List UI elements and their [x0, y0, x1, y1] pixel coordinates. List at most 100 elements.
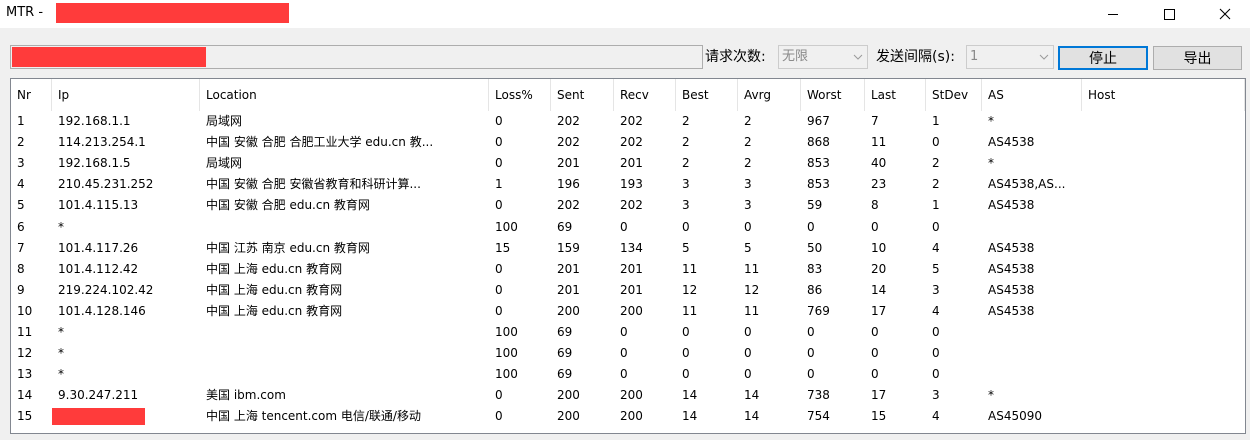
cell-recv: 0: [620, 346, 628, 361]
column-header-host[interactable]: Host: [1082, 79, 1245, 111]
export-button[interactable]: 导出: [1153, 46, 1242, 70]
cell-avrg: 11: [744, 303, 760, 318]
send-interval-select[interactable]: 1: [966, 45, 1054, 69]
cell-recv: 0: [620, 219, 628, 234]
table-row[interactable]: 1 192.168.1.1 局域网 0 202 202 2 2 967 7 1 *: [11, 111, 1245, 132]
cell-loss: 15: [495, 240, 511, 255]
table-row[interactable]: 9 219.224.102.42 中国 上海 edu.cn 教育网 0 201 201 12…: [11, 280, 1245, 301]
cell-host: [1082, 132, 1245, 153]
cell-sent: 69: [557, 219, 573, 234]
cell-as: AS4538: [988, 261, 1035, 276]
cell-avrg: 14: [744, 388, 760, 403]
cell-ip: 210.45.231.252: [58, 177, 154, 192]
cell-recv: 193: [620, 177, 643, 192]
table-row[interactable]: 11 * 100 69 0 0 0 0 0 0: [11, 322, 1245, 343]
cell-recv: 201: [620, 156, 643, 171]
cell-last: 17: [871, 388, 887, 403]
cell-location: [200, 364, 489, 385]
cell-worst: 853: [807, 177, 830, 192]
table-row[interactable]: 10 101.4.128.146 中国 上海 edu.cn 教育网 0 200 200 11…: [11, 301, 1245, 322]
column-header-avrg[interactable]: Avrg: [738, 79, 801, 111]
table-row[interactable]: 4 210.45.231.252 中国 安徽 合肥 安徽省教育和科研计算... 1 19…: [11, 174, 1245, 195]
cell-as: *: [988, 156, 994, 171]
cell-worst: 738: [807, 388, 830, 403]
cell-recv: 200: [620, 388, 643, 403]
cell-loss: 100: [495, 367, 518, 382]
cell-location: 中国 安徽 合肥 合肥工业大学 edu.cn 教...: [206, 135, 434, 150]
target-host-input[interactable]: [10, 45, 703, 69]
request-count-select[interactable]: 无限: [778, 45, 868, 69]
cell-host: [1082, 406, 1245, 427]
cell-last: 0: [871, 219, 879, 234]
cell-location: [200, 343, 489, 364]
cell-stdev: 0: [932, 219, 940, 234]
close-button[interactable]: [1202, 0, 1248, 28]
cell-nr: 3: [17, 156, 25, 171]
cell-worst: 754: [807, 409, 830, 424]
cell-worst: 83: [807, 261, 823, 276]
cell-stdev: 3: [932, 282, 940, 297]
cell-nr: 8: [17, 261, 25, 276]
cell-sent: 202: [557, 198, 580, 213]
column-header-ip[interactable]: Ip: [52, 79, 200, 111]
cell-stdev: 1: [932, 198, 940, 213]
cell-host: [1082, 238, 1245, 259]
cell-host: [1082, 259, 1245, 280]
cell-loss: 100: [495, 346, 518, 361]
cell-ip: *: [58, 367, 64, 382]
cell-best: 5: [682, 240, 690, 255]
cell-location: 美国 ibm.com: [206, 388, 286, 403]
column-header-best[interactable]: Best: [676, 79, 738, 111]
maximize-button[interactable]: [1146, 0, 1192, 28]
cell-recv: 202: [620, 198, 643, 213]
table-row[interactable]: 5 101.4.115.13 中国 安徽 合肥 edu.cn 教育网 0 202 202 3…: [11, 195, 1245, 216]
cell-ip: 219.224.102.42: [58, 282, 154, 297]
column-header-sent[interactable]: Sent: [551, 79, 614, 111]
cell-location: 局域网: [206, 114, 243, 128]
column-header-recv[interactable]: Recv: [614, 79, 676, 111]
cell-avrg: 0: [744, 325, 752, 339]
cell-sent: 69: [557, 325, 573, 339]
chevron-down-icon: [1039, 54, 1049, 60]
cell-recv: 201: [620, 261, 643, 276]
cell-ip: 101.4.117.26: [58, 240, 139, 255]
table-row[interactable]: 2 114.213.254.1 中国 安徽 合肥 合肥工业大学 edu.cn 教..…: [11, 132, 1245, 153]
cell-best: 0: [682, 367, 690, 382]
cell-sent: 200: [557, 388, 580, 403]
table-row[interactable]: 12 * 100 69 0 0 0 0 0 0: [11, 343, 1245, 364]
column-header-location[interactable]: Location: [200, 79, 489, 111]
table-row[interactable]: 14 9.30.247.211 美国 ibm.com 0 200 200 14 14 738 17…: [11, 385, 1245, 406]
column-header-last[interactable]: Last: [865, 79, 926, 111]
cell-loss: 100: [495, 325, 518, 339]
cell-host: [1082, 364, 1245, 385]
column-header-as[interactable]: AS: [982, 79, 1082, 111]
stop-button[interactable]: 停止: [1058, 46, 1148, 70]
cell-worst: 0: [807, 219, 815, 234]
cell-last: 23: [871, 177, 887, 192]
cell-loss: 0: [495, 388, 503, 403]
cell-location: 中国 安徽 合肥 edu.cn 教育网: [206, 198, 370, 213]
minimize-button[interactable]: [1090, 0, 1136, 28]
cell-worst: 86: [807, 282, 823, 297]
send-interval-label: 发送间隔(s):: [876, 49, 955, 65]
cell-recv: 0: [620, 325, 628, 339]
cell-stdev: 3: [932, 388, 940, 403]
table-row[interactable]: 6 * 100 69 0 0 0 0 0 0: [11, 217, 1245, 238]
cell-host: [1082, 385, 1245, 406]
cell-as: AS4538: [988, 303, 1035, 318]
column-header-worst[interactable]: Worst: [801, 79, 865, 111]
table-row[interactable]: 15 中国 上海 tencent.com 电信/联通/移动 0 200 200 14 14 7…: [11, 406, 1245, 427]
table-row[interactable]: 13 * 100 69 0 0 0 0 0 0: [11, 364, 1245, 385]
column-header-loss[interactable]: Loss%: [489, 79, 551, 111]
cell-nr: 15: [17, 409, 33, 424]
column-header-stdev[interactable]: StDev: [926, 79, 982, 111]
cell-best: 12: [682, 282, 698, 297]
table-row[interactable]: 8 101.4.112.42 中国 上海 edu.cn 教育网 0 201 201 11 11…: [11, 259, 1245, 280]
table-row[interactable]: 3 192.168.1.5 局域网 0 201 201 2 2 853 40 2 *: [11, 153, 1245, 174]
table-row[interactable]: 7 101.4.117.26 中国 江苏 南京 edu.cn 教育网 15 159 134…: [11, 238, 1245, 259]
minimize-icon: [1108, 14, 1118, 15]
cell-as: AS4538,AS...: [988, 177, 1066, 192]
cell-stdev: 4: [932, 240, 940, 255]
column-header-nr[interactable]: Nr: [11, 79, 52, 111]
cell-nr: 11: [17, 325, 33, 339]
